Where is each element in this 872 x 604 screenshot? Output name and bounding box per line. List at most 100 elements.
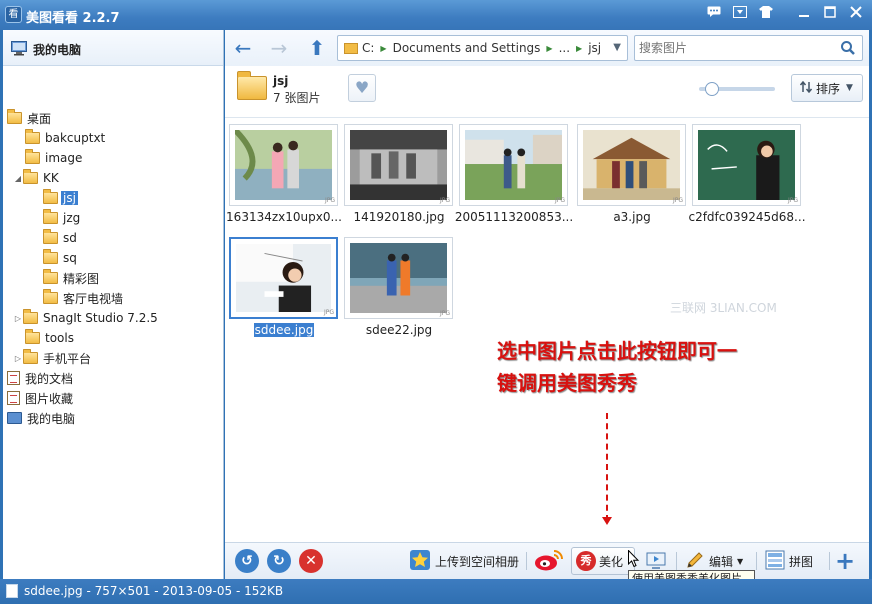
tree-item-label: 图片收藏 [25, 391, 74, 406]
thumbnail[interactable]: JPG [459, 124, 568, 206]
chevron-down-icon[interactable]: ▼ [613, 42, 621, 53]
tree-item-label: 我的电脑 [27, 411, 76, 426]
heart-icon: ♥ [354, 78, 370, 97]
chevron-down-icon: ▼ [846, 83, 853, 93]
tree-item[interactable]: 桌面 [7, 108, 53, 128]
bottom-toolbar: ↺ ↻ ✕ 上传到空间相册 秀 美化 编辑 ▼ 拼图 + [225, 542, 869, 579]
thumbnail-image [465, 130, 562, 200]
search-input[interactable] [639, 40, 829, 56]
close-icon[interactable] [846, 5, 866, 24]
weibo-share-button[interactable] [534, 549, 564, 573]
jpg-badge: JPG [439, 310, 450, 317]
address-bar[interactable]: C: ▶ Documents and Settings ▶ ... ▶ jsj … [337, 35, 628, 61]
forward-button[interactable]: → [267, 36, 291, 60]
thumbnail-filename: 141920180.jpg [353, 210, 445, 224]
jpg-badge: JPG [787, 197, 798, 204]
thumbnail[interactable]: JPG [692, 124, 801, 206]
folder-sidebar: 我的电脑 桌面 bakcuptxt image ◢ KK jsj jzg sd sq 精彩图客厅电… [3, 30, 224, 579]
thumbnail[interactable]: JPG [344, 124, 453, 206]
thumbnail-filename: sddee.jpg [253, 323, 315, 337]
app-logo-icon: 看 [5, 6, 22, 23]
up-folder-button[interactable]: ⬆ [305, 36, 329, 60]
annotation-line-1: 选中图片点击此按钮即可一 [497, 339, 737, 363]
annotation-arrow [602, 413, 612, 525]
tree-item-label: KK [43, 171, 59, 185]
thumbnail-caption[interactable]: c2fdfc039245d68... [677, 210, 817, 224]
tree-item[interactable]: jsj [43, 188, 78, 208]
tree-item[interactable]: 精彩图 [43, 268, 101, 288]
chevron-right-icon[interactable]: ▶ [546, 44, 552, 53]
menu-icon[interactable] [730, 5, 750, 24]
upload-album-button[interactable]: 上传到空间相册 [409, 549, 519, 573]
tree-item[interactable]: image [25, 148, 84, 168]
tree-item[interactable]: ▷ SnagIt Studio 7.2.5 [13, 308, 160, 328]
tree-item-label: 精彩图 [63, 271, 100, 286]
folder-info-bar: jsj 7 张图片 ♥ 排序 ▼ [225, 66, 869, 118]
expanded-arrow-icon[interactable]: ◢ [13, 174, 23, 183]
minimize-icon[interactable] [794, 5, 814, 24]
thumbnail-image [698, 130, 795, 200]
tree-item[interactable]: ◢ KK [13, 168, 61, 188]
folder-icon [43, 229, 58, 244]
status-text: sddee.jpg - 757×501 - 2013-09-05 - 152KB [24, 584, 284, 598]
back-button[interactable]: ← [231, 36, 255, 60]
maximize-icon[interactable] [820, 5, 840, 24]
tree-item[interactable]: ▷ 手机平台 [13, 348, 93, 368]
tree-item[interactable]: jzg [43, 208, 82, 228]
thumbnail-image [235, 130, 332, 200]
tree-item[interactable]: 我的电脑 [7, 408, 77, 428]
thumbnail[interactable]: JPG [344, 237, 453, 319]
thumbnail[interactable]: JPG [229, 237, 338, 319]
thumbnail-image [350, 130, 447, 200]
puzzle-button[interactable]: 拼图 [765, 549, 813, 573]
sidebar-header-label: 我的电脑 [33, 43, 82, 57]
sort-button[interactable]: 排序 ▼ [791, 74, 863, 102]
thumbnail-caption[interactable]: sdee22.jpg [329, 323, 469, 337]
feedback-icon[interactable] [704, 5, 724, 24]
folder-icon [23, 309, 38, 324]
folder-icon [43, 289, 58, 304]
collapsed-arrow-icon[interactable]: ▷ [13, 314, 23, 323]
add-button[interactable]: + [835, 547, 855, 575]
slider-handle[interactable] [705, 82, 719, 96]
favorite-button[interactable]: ♥ [348, 74, 376, 102]
tree-item[interactable]: bakcuptxt [25, 128, 107, 148]
thumbnail-image [236, 244, 331, 312]
jpg-badge: JPG [324, 197, 335, 204]
folder-icon [7, 109, 22, 124]
image-count: 7 张图片 [273, 91, 321, 105]
tree-item-label: jsj [61, 191, 78, 205]
folder-icon [43, 269, 58, 284]
tree-item[interactable]: 客厅电视墙 [43, 288, 125, 308]
delete-icon[interactable]: ✕ [299, 549, 323, 573]
rotate-right-icon[interactable]: ↻ [267, 549, 291, 573]
tree-item[interactable]: 图片收藏 [7, 388, 75, 408]
tree-item[interactable]: tools [25, 328, 76, 348]
beautify-button[interactable]: 秀 美化 [571, 547, 635, 575]
tree-item[interactable]: sd [43, 228, 79, 248]
thumbnail-filename: 163134zx10upx0... [226, 210, 342, 224]
main-panel: ← → ⬆ C: ▶ Documents and Settings ▶ ... … [225, 30, 869, 579]
thumbnail[interactable]: JPG [229, 124, 338, 206]
tree-item[interactable]: sq [43, 248, 79, 268]
search-icon[interactable] [840, 40, 856, 59]
tree-item-label: 桌面 [27, 111, 52, 126]
chevron-right-icon[interactable]: ▶ [576, 44, 582, 53]
rotate-left-icon[interactable]: ↺ [235, 549, 259, 573]
chevron-right-icon[interactable]: ▶ [380, 44, 386, 53]
address-segment-current[interactable]: jsj [588, 41, 601, 55]
upload-label: 上传到空间相册 [435, 554, 520, 569]
thumbnail-size-slider[interactable] [699, 82, 775, 96]
folder-icon [43, 249, 58, 264]
tree-item-label: jzg [63, 211, 81, 225]
thumbnail-filename: sdee22.jpg [365, 323, 433, 337]
folder-icon [43, 189, 58, 204]
collapsed-arrow-icon[interactable]: ▷ [13, 354, 23, 363]
tree-item-label: sd [63, 231, 77, 245]
address-segment-documents[interactable]: Documents and Settings [393, 41, 541, 55]
tree-item[interactable]: 我的文档 [7, 368, 75, 388]
thumbnail[interactable]: JPG [577, 124, 686, 206]
address-segment-drive[interactable]: C: [362, 41, 374, 55]
skin-icon[interactable] [756, 5, 776, 24]
address-segment-ellipsis[interactable]: ... [559, 41, 570, 55]
